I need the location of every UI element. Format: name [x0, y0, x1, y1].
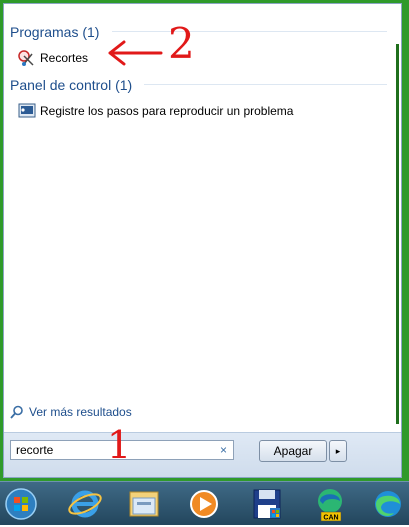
- snipping-tool-icon: [18, 49, 36, 67]
- see-more-results-link[interactable]: Ver más resultados: [10, 405, 132, 419]
- search-input-value: recorte: [16, 443, 54, 457]
- menu-edge: [396, 44, 399, 424]
- start-orb-button[interactable]: [2, 486, 40, 522]
- canary-badge-label: CAN: [323, 515, 338, 522]
- start-menu: Programas (1) Recortes Panel de control …: [3, 3, 402, 478]
- annotation-arrow-2: [108, 40, 163, 66]
- annotation-number-2: 2: [168, 19, 195, 68]
- steps-recorder-icon: [18, 102, 36, 120]
- taskbar: CAN: [0, 481, 409, 525]
- shutdown-options-button[interactable]: ▸: [329, 440, 347, 462]
- media-player-icon: [190, 490, 218, 518]
- clear-search-icon[interactable]: ×: [220, 441, 227, 459]
- search-icon: [10, 405, 24, 419]
- internet-explorer-button[interactable]: [66, 486, 104, 522]
- shutdown-button[interactable]: Apagar: [259, 440, 327, 462]
- file-explorer-icon: [129, 491, 159, 517]
- save-app-button[interactable]: [248, 486, 286, 522]
- section-title-programs: Programas (1): [10, 24, 100, 40]
- floppy-save-icon: [253, 489, 281, 519]
- edge-icon: [375, 491, 401, 517]
- section-divider: [144, 84, 387, 85]
- edge-canary-icon: CAN: [318, 489, 342, 522]
- result-recortes[interactable]: Recortes: [18, 48, 88, 68]
- result-label: Recortes: [40, 51, 89, 65]
- section-title-control-panel: Panel de control (1): [10, 77, 133, 93]
- media-player-button[interactable]: [185, 486, 223, 522]
- file-explorer-button[interactable]: [125, 486, 163, 522]
- see-more-label: Ver más resultados: [29, 405, 132, 419]
- edge-button[interactable]: [369, 486, 407, 522]
- annotation-number-1: 1: [107, 423, 132, 467]
- start-orb-icon: [5, 488, 37, 520]
- result-steps-recorder[interactable]: Registre los pasos para reproducir un pr…: [18, 101, 293, 121]
- edge-canary-button[interactable]: CAN: [311, 486, 349, 522]
- internet-explorer-icon: [68, 490, 102, 518]
- result-label: Registre los pasos para reproducir un pr…: [40, 104, 294, 118]
